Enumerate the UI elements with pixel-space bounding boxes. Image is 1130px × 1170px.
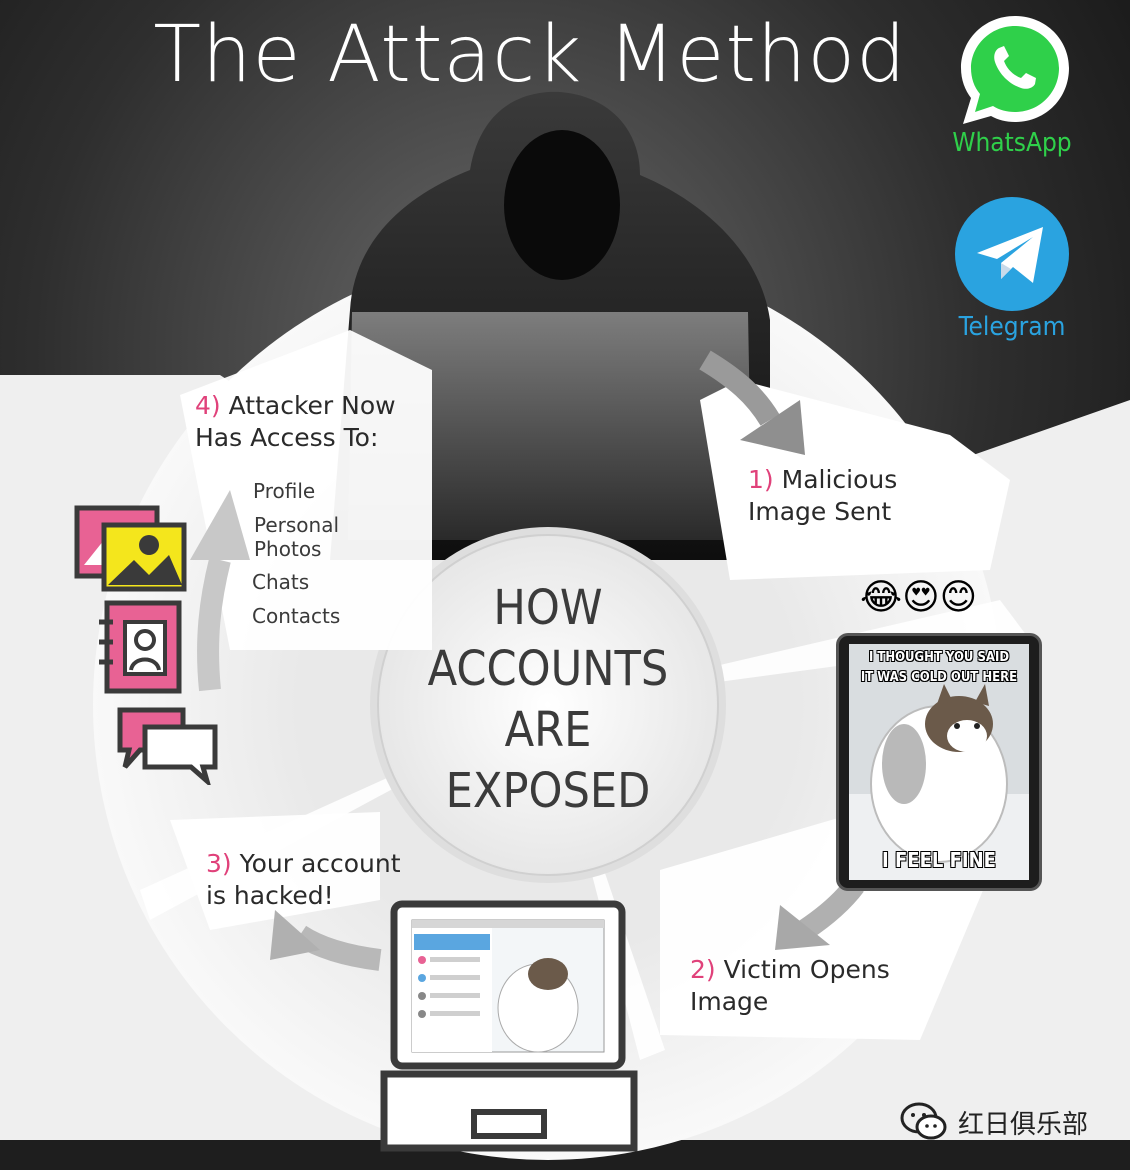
page-title: The Attack Method — [153, 10, 907, 100]
step-4: 4) Attacker Now Has Access To: — [195, 390, 396, 454]
emoji-row: 😂😍😊 — [860, 578, 977, 618]
center-line: HOW — [493, 580, 603, 636]
meme-top-line: IT WAS COLD OUT HERE — [860, 670, 1018, 685]
step-number: 3) — [206, 849, 232, 878]
contacts-icon — [99, 600, 182, 694]
whatsapp-label: WhatsApp — [952, 128, 1072, 158]
step-text: Image — [690, 987, 769, 1016]
emoji-heart-eyes: 😍 — [902, 577, 940, 618]
step-3: 3) Your account is hacked! — [206, 848, 401, 912]
center-line: ARE — [504, 702, 592, 758]
meme-phone: I THOUGHT YOU SAID IT WAS COLD OUT HERE … — [836, 633, 1042, 891]
emoji-smile: 😊 — [939, 577, 978, 618]
step-text: Victim Opens — [723, 955, 890, 984]
access-item-chats: Chats — [252, 570, 310, 594]
access-item-contacts: Contacts — [252, 604, 341, 628]
step-text: Your account — [239, 849, 401, 878]
step-number: 4) — [195, 391, 221, 420]
meme-top-caption: I THOUGHT YOU SAID IT WAS COLD OUT HERE — [849, 648, 1029, 688]
step-text: Malicious — [781, 465, 898, 494]
watermark: 红日俱乐部 — [900, 1102, 1088, 1142]
step-number: 1) — [748, 465, 774, 494]
access-item-profile: Profile — [253, 479, 316, 503]
emoji-laughing: 😂 — [860, 577, 903, 618]
whatsapp-icon — [961, 16, 1069, 124]
step-text: is hacked! — [206, 881, 334, 910]
access-item-photos: Personal Photos — [254, 513, 340, 561]
step-text: Attacker Now — [228, 391, 396, 420]
step-text: Has Access To: — [195, 423, 379, 452]
step-number: 2) — [690, 955, 716, 984]
step-2: 2) Victim Opens Image — [690, 954, 890, 1018]
laptop-icon — [380, 900, 638, 1152]
telegram-label: Telegram — [958, 312, 1066, 342]
center-line: EXPOSED — [445, 763, 651, 819]
center-line: ACCOUNTS — [427, 641, 669, 697]
chat-bubbles-icon — [117, 707, 218, 785]
step-1: 1) Malicious Image Sent — [748, 464, 897, 528]
center-title: HOW ACCOUNTS ARE EXPOSED — [388, 578, 708, 822]
telegram-icon — [955, 197, 1069, 311]
step-text: Image Sent — [748, 497, 892, 526]
photos-icon — [74, 505, 187, 592]
wechat-icon — [900, 1102, 947, 1140]
meme-bottom-caption: I FEEL FINE — [882, 848, 996, 872]
meme-top-line: I THOUGHT YOU SAID — [868, 650, 1010, 665]
watermark-text: 红日俱乐部 — [958, 1109, 1089, 1140]
